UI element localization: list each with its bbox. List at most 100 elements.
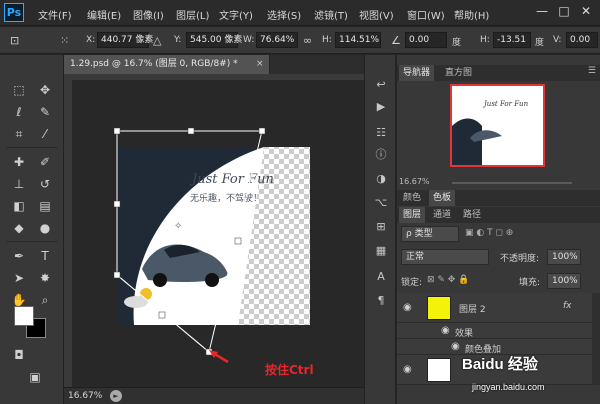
document-tab[interactable]: 1.29.psd @ 16.7% (图层 0, RGB/8#) *	[64, 55, 270, 74]
menu-select[interactable]: 选择(S)	[267, 7, 301, 22]
blur-tool-icon[interactable]: ◆	[10, 219, 28, 237]
w-label: W:	[243, 35, 255, 45]
height-field[interactable]: 114.51%	[335, 32, 381, 48]
close-window-button[interactable]: ✕	[578, 4, 594, 18]
zoom-status[interactable]: 16.67%	[68, 391, 102, 401]
filter-icons[interactable]: ▣ ◐ T ◻ ⊕	[465, 228, 513, 238]
tab-paths[interactable]: 路径	[459, 207, 485, 223]
lock-icons[interactable]: ⊠ ✎ ✥ 🔒	[427, 275, 469, 285]
tab-histogram[interactable]: 直方图	[441, 65, 476, 81]
type-tool-icon[interactable]: T	[36, 247, 54, 265]
h-skew-label: H:	[480, 35, 490, 45]
tab-color[interactable]: 颜色	[399, 190, 425, 206]
transform-center-icon: ✧	[174, 221, 182, 232]
transform-tool-icon[interactable]: ⊡	[10, 34, 19, 47]
menu-bar: Ps 文件(F) 编辑(E) 图像(I) 图层(L) 文字(Y) 选择(S) 滤…	[0, 0, 600, 26]
navigator-zoom[interactable]: 16.67%	[399, 177, 430, 186]
tab-swatches[interactable]: 色板	[429, 190, 456, 206]
menu-layer[interactable]: 图层(L)	[176, 7, 209, 22]
canvas-svg: Just For Fun 无乐趣，不驾驶！ ✧	[64, 74, 364, 387]
y-field[interactable]: 545.00 像素	[186, 32, 242, 48]
tab-navigator[interactable]: 导航器	[399, 65, 435, 81]
panel-menu-icon[interactable]: ☰	[588, 66, 596, 76]
history-brush-icon[interactable]: ↺	[36, 175, 54, 193]
menu-help[interactable]: 帮助(H)	[454, 7, 489, 22]
menu-image[interactable]: 图像(I)	[133, 7, 164, 22]
navigator-zoom-slider[interactable]	[452, 182, 572, 184]
link-icon[interactable]: ∞	[303, 34, 312, 47]
shape-tool-icon[interactable]: ✸	[36, 269, 54, 287]
color-overlay-eye-icon[interactable]: ◉	[451, 341, 460, 352]
visibility-eye-icon[interactable]: ◉	[403, 364, 412, 375]
menu-filter[interactable]: 滤镜(T)	[314, 7, 348, 22]
adjustments-panel-icon[interactable]: ◑	[373, 171, 389, 187]
tools-panel: ⬚ ✥ ℓ ✎ ⌗ ⁄ ✚ ✐ ⊥ ↺ ◧ ▤ ◆ ● ✒ T ➤ ✸ ✋ ⌕ …	[0, 55, 64, 404]
close-document-button[interactable]: ×	[256, 55, 264, 74]
quick-select-icon[interactable]: ✎	[36, 103, 54, 121]
menu-file[interactable]: 文件(F)	[38, 7, 72, 22]
angle-field[interactable]: 0.00	[405, 32, 447, 48]
menu-type[interactable]: 文字(Y)	[219, 7, 253, 22]
screen-mode-icon[interactable]: ▣	[26, 368, 44, 386]
move-tool-icon[interactable]: ✥	[36, 81, 54, 99]
layer-comps-icon[interactable]: ▦	[373, 243, 389, 259]
v-skew-field[interactable]: 0.00	[566, 32, 598, 48]
tab-channels[interactable]: 通道	[429, 207, 455, 223]
image-title: Just For Fun	[189, 172, 274, 187]
crop-tool-icon[interactable]: ⌗	[10, 125, 28, 143]
toolbar-divider	[6, 241, 58, 242]
menu-edit[interactable]: 编辑(E)	[87, 7, 121, 22]
layer-row[interactable]: ◉ 图层 2 fx	[397, 293, 592, 323]
reference-point-icon[interactable]: ⁙	[60, 34, 69, 47]
clone-stamp-icon[interactable]: ⊥	[10, 175, 28, 193]
info-panel-icon[interactable]: ⓘ	[373, 147, 389, 163]
blend-mode-select[interactable]: 正常	[401, 249, 489, 265]
width-field[interactable]: 76.64%	[256, 32, 298, 48]
brush-tool-icon[interactable]: ✐	[36, 153, 54, 171]
nav-preview-title: Just For Fun	[482, 100, 529, 108]
path-select-icon[interactable]: ➤	[10, 269, 28, 287]
baidu-watermark: Baidu 经验 jingyan.baidu.com	[462, 353, 598, 402]
menu-window[interactable]: 窗口(W)	[407, 7, 445, 22]
layers-tabbar: 图层 通道 路径	[397, 207, 600, 223]
watermark-url: jingyan.baidu.com	[472, 382, 545, 392]
character-panel-icon[interactable]: A	[373, 269, 389, 285]
foreground-color-swatch-top[interactable]	[14, 306, 34, 326]
effects-row[interactable]: ◉ 效果	[397, 323, 592, 339]
visibility-eye-icon[interactable]: ◉	[403, 302, 412, 313]
v-label: V:	[553, 35, 562, 45]
tab-layers[interactable]: 图层	[399, 207, 426, 223]
actions-panel-icon[interactable]: ▶	[373, 99, 389, 115]
paragraph-panel-icon[interactable]: ¶	[373, 293, 389, 309]
angle-icon: ∠	[391, 34, 401, 47]
healing-brush-icon[interactable]: ✚	[10, 153, 28, 171]
horizontal-ruler	[64, 74, 364, 80]
h-skew-field[interactable]: -13.51	[493, 32, 531, 48]
eyedropper-icon[interactable]: ⁄	[36, 125, 54, 143]
quick-mask-icon[interactable]: ◘	[10, 346, 28, 364]
marquee-tool-icon[interactable]: ⬚	[10, 81, 28, 99]
history-panel-icon[interactable]: ↩	[373, 77, 389, 93]
effects-eye-icon[interactable]: ◉	[441, 325, 450, 336]
x-field[interactable]: 440.77 像素	[97, 32, 153, 48]
zoom-tool-icon[interactable]: ⌕	[36, 291, 54, 309]
menu-view[interactable]: 视图(V)	[359, 7, 394, 22]
layer-filter-select[interactable]: ρ 类型	[401, 226, 459, 242]
opacity-field[interactable]: 100%	[547, 249, 581, 265]
canvas-area[interactable]: Just For Fun 无乐趣，不驾驶！ ✧	[64, 74, 364, 387]
fx-badge[interactable]: fx	[563, 301, 572, 311]
status-info-icon[interactable]: ►	[110, 390, 122, 402]
pen-tool-icon[interactable]: ✒	[10, 247, 28, 265]
navigator-thumbnail[interactable]: Just For Fun	[450, 84, 545, 167]
properties-panel-icon[interactable]: ☷	[373, 125, 389, 141]
minimize-button[interactable]: —	[534, 4, 550, 18]
maximize-button[interactable]: □	[556, 4, 572, 18]
lasso-tool-icon[interactable]: ℓ	[10, 103, 28, 121]
eraser-icon[interactable]: ◧	[10, 197, 28, 215]
gradient-icon[interactable]: ▤	[36, 197, 54, 215]
clone-source-icon[interactable]: ⊞	[373, 219, 389, 235]
delta-icon[interactable]: △	[153, 34, 161, 47]
dodge-tool-icon[interactable]: ●	[36, 219, 54, 237]
fill-field[interactable]: 100%	[547, 273, 581, 289]
brush-presets-icon[interactable]: ⌥	[373, 195, 389, 211]
